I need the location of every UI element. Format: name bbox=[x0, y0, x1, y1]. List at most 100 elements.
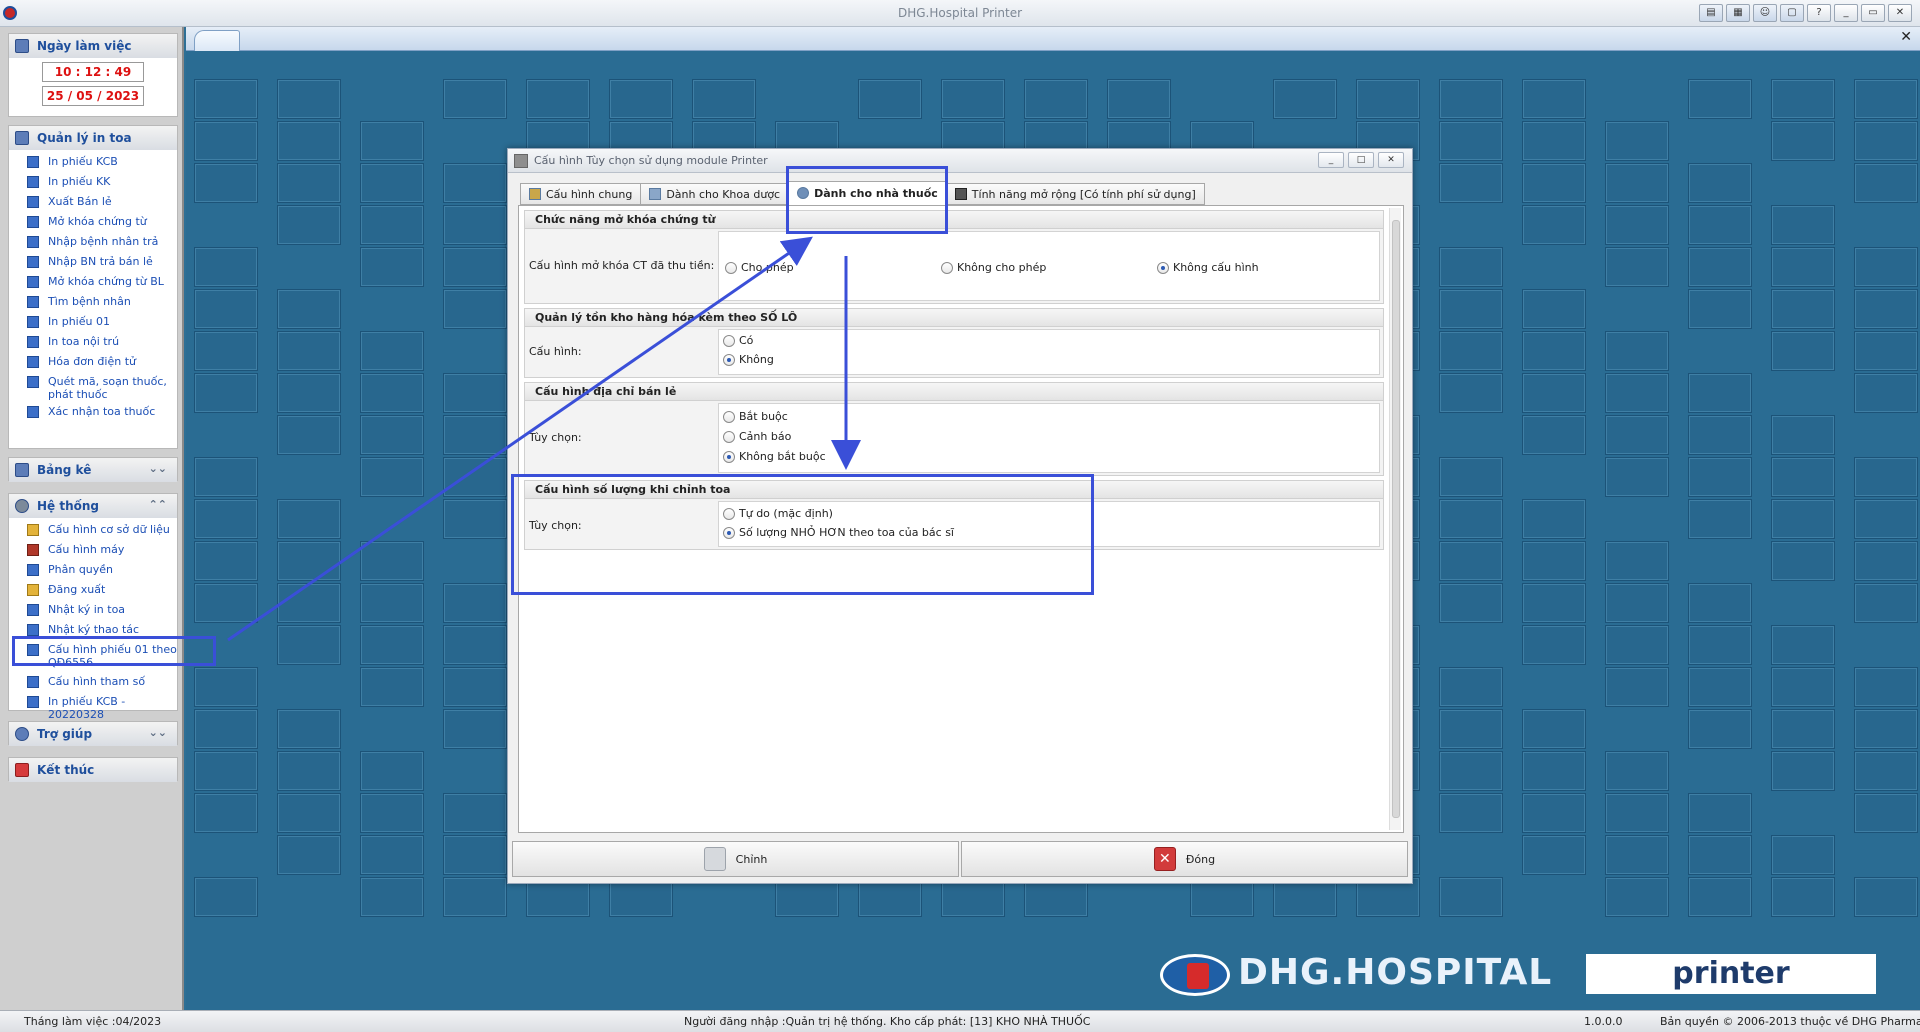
sidebar-item-cau-hinh-may[interactable]: Cấu hình máy bbox=[9, 541, 177, 561]
dialog-minimize-button[interactable]: _ bbox=[1318, 152, 1344, 168]
calculator-icon[interactable]: ▦ bbox=[1726, 4, 1750, 22]
dialog-footer: Chỉnh ✕ Đóng bbox=[512, 841, 1408, 877]
background-tile bbox=[1605, 247, 1669, 287]
sidebar-item-in-phieu-kk[interactable]: In phiếu KK bbox=[9, 173, 177, 193]
minimize-button[interactable]: _ bbox=[1834, 4, 1858, 22]
help-book-icon[interactable]: ▤ bbox=[1699, 4, 1723, 22]
radio-no[interactable]: Không bbox=[723, 353, 774, 366]
background-tile bbox=[1439, 79, 1503, 119]
background-tile bbox=[360, 541, 424, 581]
dialog-title-bar[interactable]: Cấu hình Tùy chọn sử dụng module Printer bbox=[508, 149, 1412, 173]
sidebar-item-tim-benh-nhan[interactable]: Tìm bệnh nhân bbox=[9, 293, 177, 313]
restore-button[interactable]: ▭ bbox=[1861, 4, 1885, 22]
sidebar-item-in-toa-noi-tru[interactable]: In toa nội trú bbox=[9, 333, 177, 353]
finish-header[interactable]: Kết thúc bbox=[9, 758, 177, 782]
radio-warning[interactable]: Cảnh báo bbox=[723, 430, 791, 443]
sidebar-item-in-phieu-01[interactable]: In phiếu 01 bbox=[9, 313, 177, 333]
background-tile bbox=[443, 709, 507, 749]
sidebar-item-mo-khoa-chung-tu[interactable]: Mở khóa chứng từ bbox=[9, 213, 177, 233]
chevron-double-up-icon[interactable]: ⌃⌃ bbox=[149, 498, 167, 511]
background-tile bbox=[360, 373, 424, 413]
group-title: Cấu hình số lượng khi chỉnh toa bbox=[525, 481, 1383, 499]
tab-drugstore[interactable]: Dành cho nhà thuốc bbox=[788, 181, 947, 205]
sidebar-item-in-phieu-kcb-20220328[interactable]: In phiếu KCB - 20220328 bbox=[9, 693, 177, 723]
vertical-scrollbar[interactable] bbox=[1389, 208, 1401, 830]
background-tile bbox=[1522, 499, 1586, 539]
background-tile bbox=[443, 835, 507, 875]
tab-extended[interactable]: Tính năng mở rộng [Có tính phí sử dụng] bbox=[945, 183, 1205, 205]
radio-disallow[interactable]: Không cho phép bbox=[941, 261, 1046, 274]
background-tile bbox=[194, 373, 258, 413]
radio-no-config[interactable]: Không cấu hình bbox=[1157, 261, 1259, 274]
logo-product: printer bbox=[1586, 954, 1876, 994]
background-tile bbox=[360, 751, 424, 791]
system-header[interactable]: Hệ thống ⌃⌃ bbox=[9, 494, 177, 518]
background-tile bbox=[194, 709, 258, 749]
background-tile bbox=[1771, 751, 1835, 791]
background-tile bbox=[1688, 163, 1752, 203]
help-header[interactable]: Trợ giúp ⌄⌄ bbox=[9, 722, 177, 746]
close-icon[interactable]: ✕ bbox=[1900, 29, 1912, 45]
workday-header[interactable]: Ngày làm việc bbox=[9, 34, 177, 58]
background-tile bbox=[194, 79, 258, 119]
sidebar-item-nhap-benh-nhan-tra[interactable]: Nhập bệnh nhân trả bbox=[9, 233, 177, 253]
document-tab[interactable] bbox=[194, 30, 240, 51]
sidebar-item-cau-hinh-csdl[interactable]: Cấu hình cơ sở dữ liệu bbox=[9, 521, 177, 541]
window-icon[interactable]: ▢ bbox=[1780, 4, 1804, 22]
sidebar-item-xac-nhan-toa-thuoc[interactable]: Xác nhận toa thuốc bbox=[9, 403, 177, 423]
background-tile bbox=[1439, 163, 1503, 203]
close-button[interactable]: ✕ bbox=[1888, 4, 1912, 22]
radio-yes[interactable]: Có bbox=[723, 334, 753, 347]
close-dialog-button[interactable]: ✕ Đóng bbox=[961, 841, 1408, 877]
document-icon bbox=[27, 156, 39, 168]
document-icon bbox=[27, 356, 39, 368]
radio-allow[interactable]: Cho phép bbox=[725, 261, 794, 274]
sidebar-item-xuat-ban-le[interactable]: Xuất Bán lẻ bbox=[9, 193, 177, 213]
dialog-close-button[interactable]: ✕ bbox=[1378, 152, 1404, 168]
bangke-header[interactable]: Bảng kê ⌄⌄ bbox=[9, 458, 177, 482]
tab-general[interactable]: Cấu hình chung bbox=[520, 183, 642, 205]
list-icon bbox=[15, 463, 29, 477]
dialog-tabs: Cấu hình chung Dành cho Khoa dược Dành c… bbox=[520, 181, 1205, 205]
sidebar-item-hoa-don-dien-tu[interactable]: Hóa đơn điện tử bbox=[9, 353, 177, 373]
dialog-maximize-button[interactable]: □ bbox=[1348, 152, 1374, 168]
sidebar-item-phan-quyen[interactable]: Phân quyền bbox=[9, 561, 177, 581]
chevron-double-down-icon[interactable]: ⌄⌄ bbox=[149, 462, 167, 475]
brand-logo: DHG.HOSPITAL printer bbox=[1160, 952, 1900, 998]
sidebar-item-in-phieu-kcb[interactable]: In phiếu KCB bbox=[9, 153, 177, 173]
sidebar-item-mo-khoa-chung-tu-bl[interactable]: Mở khóa chứng từ BL bbox=[9, 273, 177, 293]
print-mgmt-header[interactable]: Quản lý in toa bbox=[9, 126, 177, 150]
document-icon bbox=[27, 256, 39, 268]
background-tile bbox=[277, 373, 341, 413]
background-tile bbox=[1605, 205, 1669, 245]
radio-free[interactable]: Tự do (mặc định) bbox=[723, 507, 833, 520]
sidebar-item-dang-xuat[interactable]: Đăng xuất bbox=[9, 581, 177, 601]
scroll-thumb[interactable] bbox=[1392, 220, 1400, 818]
sidebar-item-nhat-ky-thao-tac[interactable]: Nhật ký thao tác bbox=[9, 621, 177, 641]
document-icon bbox=[27, 624, 39, 636]
background-tile bbox=[443, 289, 507, 329]
sidebar-item-quet-ma[interactable]: Quét mã, soạn thuốc, phát thuốc bbox=[9, 373, 177, 403]
document-tab-strip: ✕ bbox=[186, 27, 1920, 51]
sidebar-item-cau-hinh-phieu-01[interactable]: Cấu hình phiếu 01 theo QĐ6556 bbox=[9, 641, 177, 673]
background-tile bbox=[1771, 79, 1835, 119]
users-icon[interactable]: ☺ bbox=[1753, 4, 1777, 22]
radio-required[interactable]: Bắt buộc bbox=[723, 410, 788, 423]
help-button[interactable]: ? bbox=[1807, 4, 1831, 22]
sidebar-item-cau-hinh-tham-so[interactable]: Cấu hình tham số bbox=[9, 673, 177, 693]
chevron-double-down-icon[interactable]: ⌄⌄ bbox=[149, 726, 167, 739]
gear-icon bbox=[15, 499, 29, 513]
tab-pharmacy-dept[interactable]: Dành cho Khoa dược bbox=[640, 183, 790, 205]
background-tile bbox=[1771, 667, 1835, 707]
background-tile bbox=[1854, 499, 1918, 539]
dialog-window-buttons: _ □ ✕ bbox=[1318, 152, 1404, 168]
background-tile bbox=[1107, 79, 1171, 119]
sidebar-item-nhap-bn-tra-ban-le[interactable]: Nhập BN trả bán lẻ bbox=[9, 253, 177, 273]
background-tile bbox=[1439, 289, 1503, 329]
radio-not-required[interactable]: Không bắt buộc bbox=[723, 450, 826, 463]
radio-less-than-prescription[interactable]: Số lượng NHỎ HƠN theo toa của bác sĩ bbox=[723, 526, 954, 539]
edit-button[interactable]: Chỉnh bbox=[512, 841, 959, 877]
sidebar-item-nhat-ky-in-toa[interactable]: Nhật ký in toa bbox=[9, 601, 177, 621]
background-tile bbox=[443, 163, 507, 203]
group-title: Cấu hình địa chỉ bán lẻ bbox=[525, 383, 1383, 401]
